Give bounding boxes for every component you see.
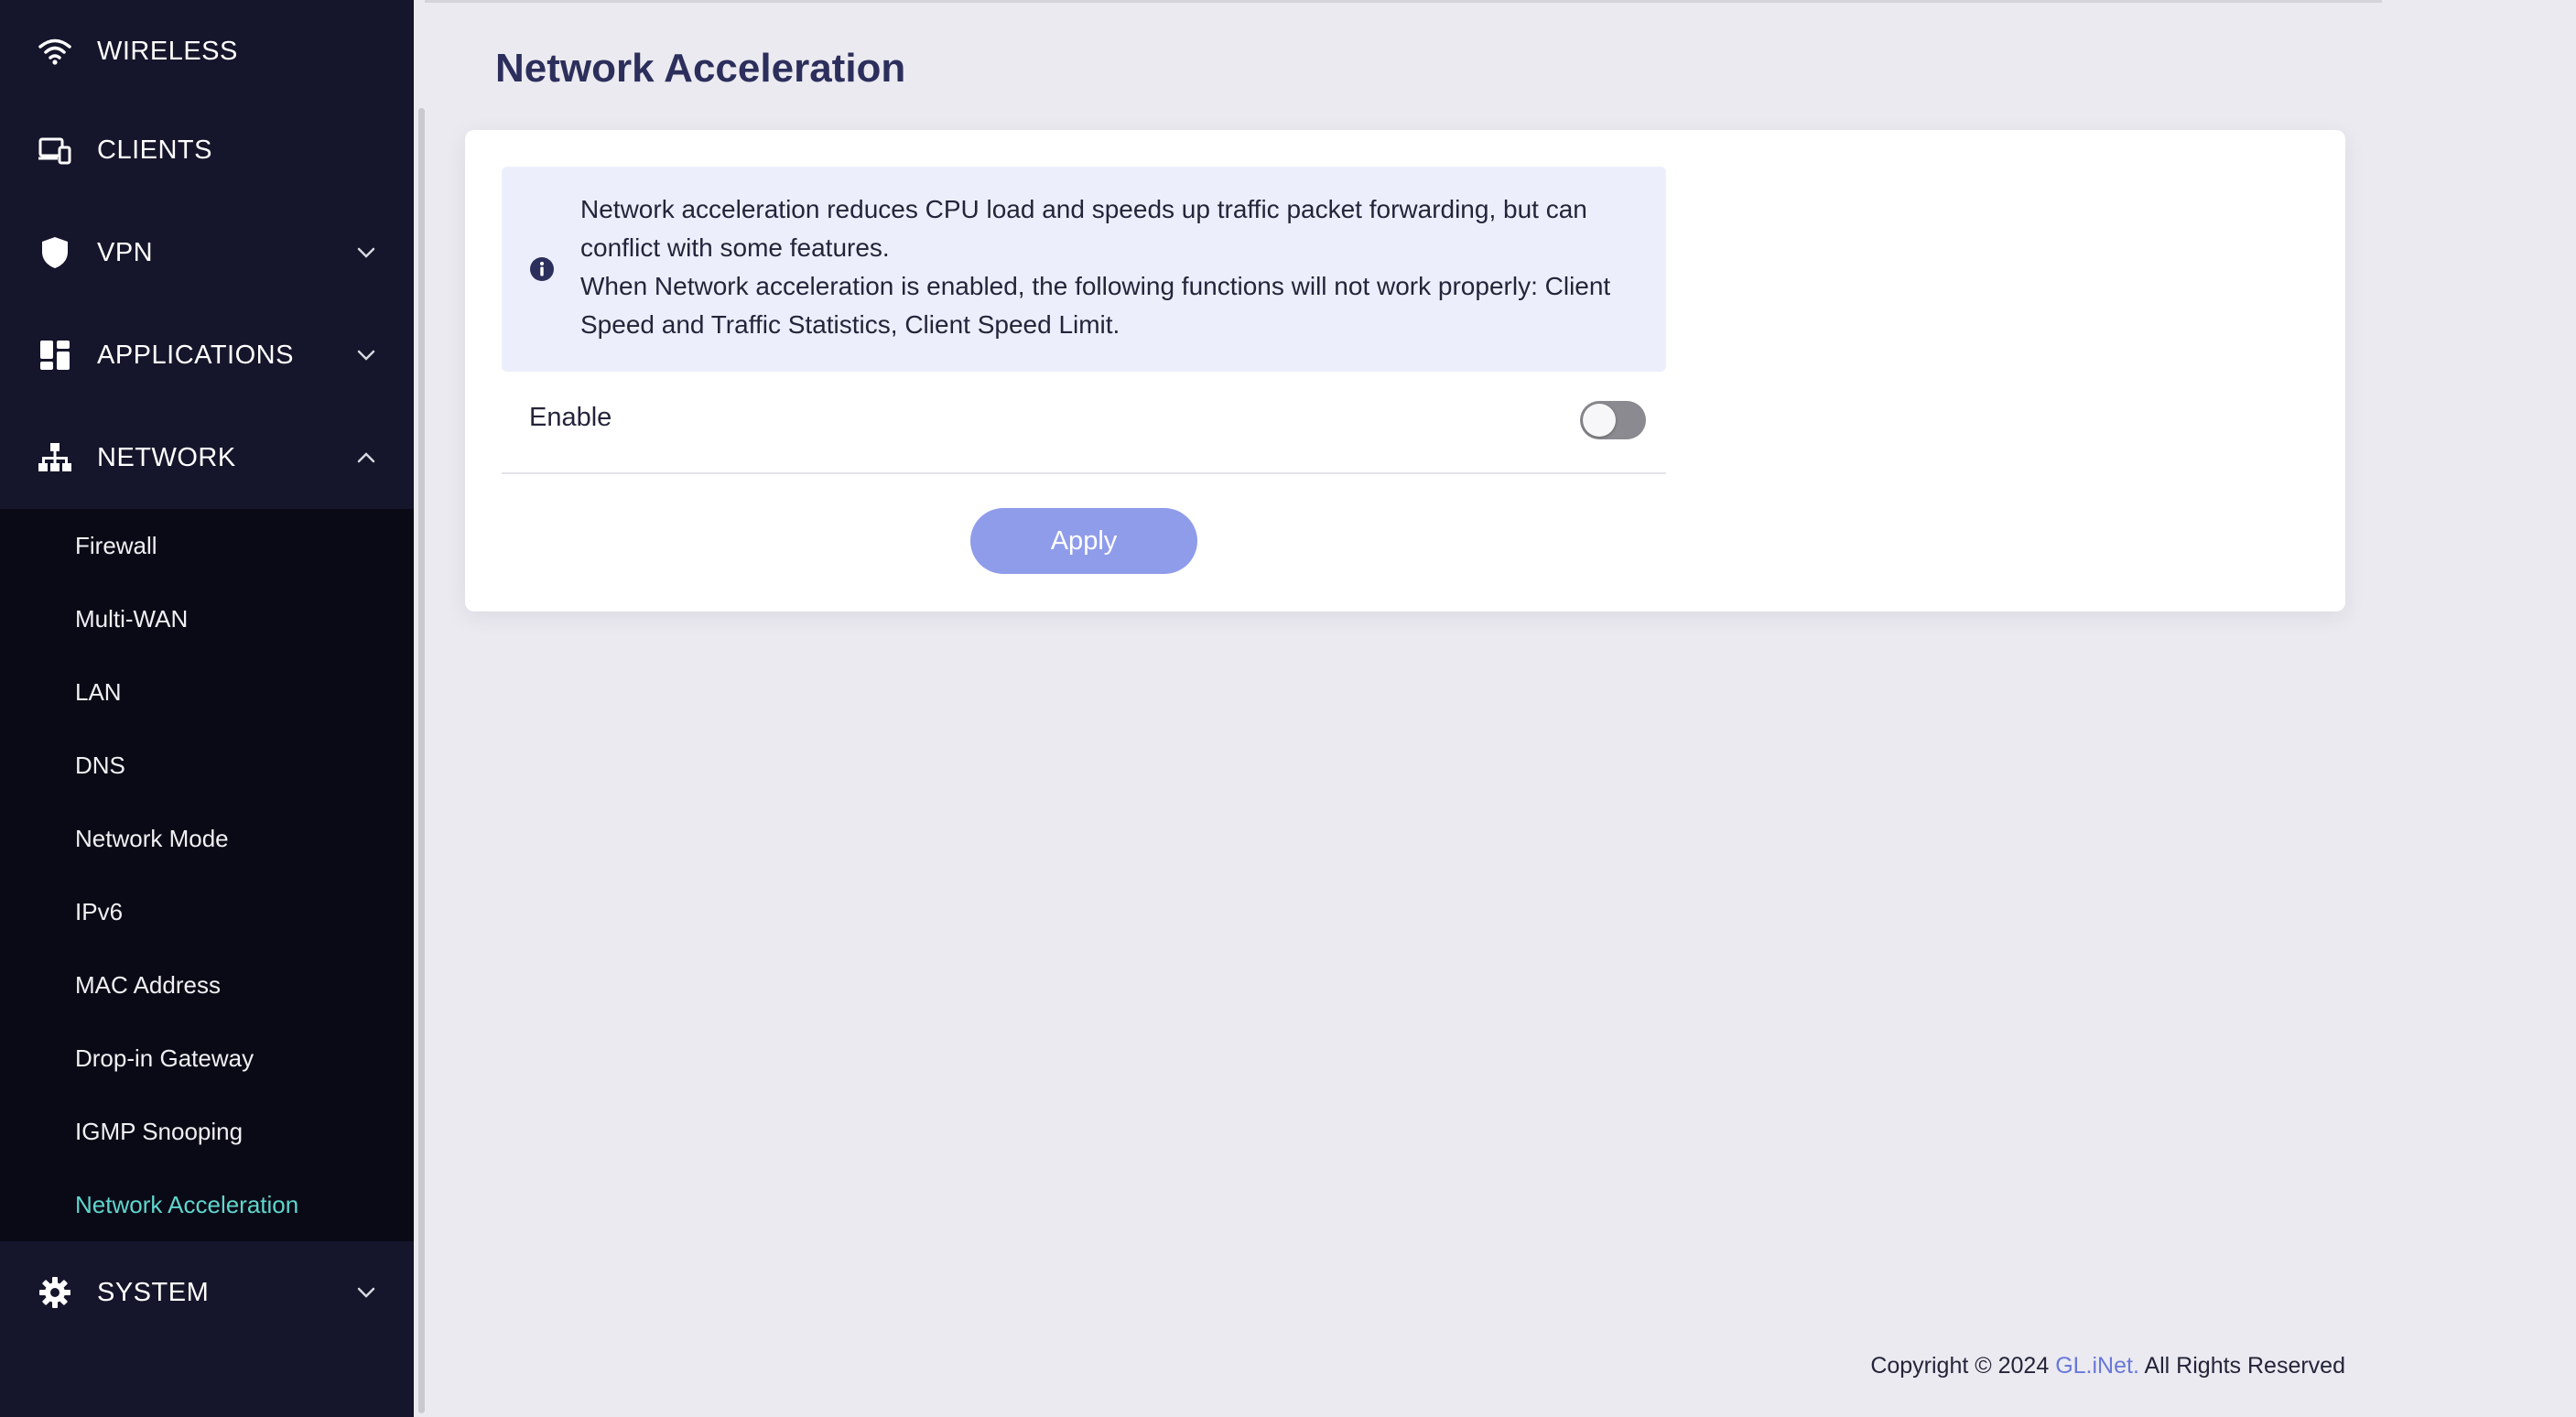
sidebar-item-system[interactable]: SYSTEM (0, 1241, 414, 1344)
enable-label: Enable (529, 403, 612, 432)
apps-grid-icon (37, 337, 73, 373)
enable-toggle[interactable] (1580, 401, 1646, 439)
top-divider (425, 0, 2382, 3)
notice-line-2: When Network acceleration is enabled, th… (580, 272, 1611, 339)
wifi-icon (37, 33, 73, 70)
sidebar-item-applications[interactable]: APPLICATIONS (0, 304, 414, 406)
chevron-up-icon (353, 445, 379, 471)
sidebar-item-label: CLIENTS (97, 135, 212, 165)
chevron-down-icon (353, 1280, 379, 1305)
submenu-item-drop-in-gateway[interactable]: Drop-in Gateway (75, 1040, 254, 1076)
submenu-item-igmp-snooping[interactable]: IGMP Snooping (75, 1113, 243, 1150)
enable-row: Enable (502, 372, 1666, 474)
sidebar-item-vpn[interactable]: VPN (0, 201, 414, 304)
submenu-item-network-acceleration[interactable]: Network Acceleration (75, 1186, 298, 1223)
page-title: Network Acceleration (495, 46, 906, 91)
network-tree-icon (37, 439, 73, 476)
submenu-item-multi-wan[interactable]: Multi-WAN (75, 600, 188, 637)
sidebar-item-network[interactable]: NETWORK (0, 406, 414, 509)
sidebar-item-label: SYSTEM (97, 1277, 210, 1307)
copyright-prefix: Copyright © 2024 (1870, 1353, 2056, 1379)
sidebar-item-clients[interactable]: CLIENTS (0, 99, 414, 201)
info-icon (529, 256, 555, 282)
settings-card: Network acceleration reduces CPU load an… (465, 130, 2345, 611)
submenu-item-ipv6[interactable]: IPv6 (75, 893, 123, 930)
sidebar: WIRELESS CLIENTS VPN APPLICATIONS NETWOR… (0, 0, 414, 1417)
brand-link[interactable]: GL.iNet. (2055, 1353, 2139, 1379)
chevron-down-icon (353, 240, 379, 265)
devices-icon (37, 132, 73, 168)
apply-button[interactable]: Apply (970, 508, 1197, 574)
submenu-item-lan[interactable]: LAN (75, 674, 122, 710)
submenu-item-dns[interactable]: DNS (75, 747, 125, 784)
network-submenu: Firewall Multi-WAN LAN DNS Network Mode … (0, 509, 414, 1241)
chevron-down-icon (353, 342, 379, 368)
sidebar-item-label: NETWORK (97, 442, 236, 472)
notice-text: Network acceleration reduces CPU load an… (580, 190, 1642, 344)
sidebar-item-wireless[interactable]: WIRELESS (0, 0, 414, 103)
sidebar-scrollbar-thumb[interactable] (418, 108, 425, 1413)
submenu-item-mac-address[interactable]: MAC Address (75, 967, 221, 1003)
toggle-knob (1583, 404, 1616, 437)
notice-line-1: Network acceleration reduces CPU load an… (580, 195, 1587, 262)
info-notice: Network acceleration reduces CPU load an… (502, 167, 1666, 372)
submenu-item-firewall[interactable]: Firewall (75, 527, 157, 564)
copyright-suffix: All Rights Reserved (2138, 1353, 2345, 1379)
gear-icon (37, 1274, 73, 1311)
footer-copyright: Copyright © 2024 GL.iNet. All Rights Res… (1870, 1353, 2345, 1379)
shield-icon (37, 234, 73, 271)
sidebar-item-label: APPLICATIONS (97, 340, 294, 370)
sidebar-item-label: WIRELESS (97, 36, 238, 66)
sidebar-item-label: VPN (97, 237, 154, 267)
submenu-item-network-mode[interactable]: Network Mode (75, 820, 229, 857)
